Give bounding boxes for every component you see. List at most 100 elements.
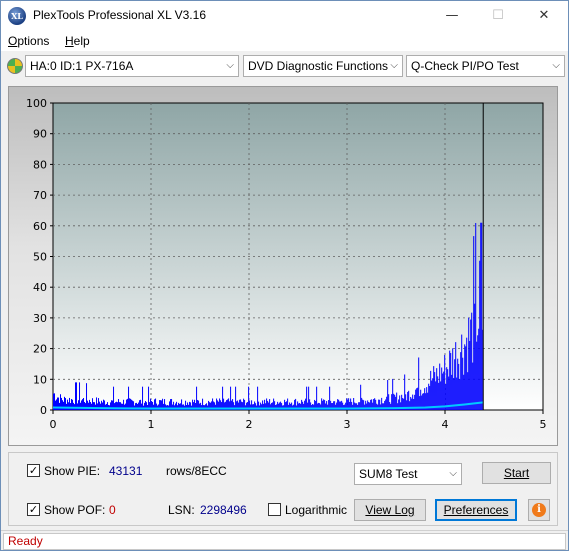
pie-bar [55, 400, 57, 410]
pie-bar [473, 236, 475, 410]
function-select[interactable]: DVD Diagnostic Functions ⌵ [243, 55, 403, 77]
pie-bar [455, 342, 457, 410]
maximize-button[interactable]: ☐ [475, 1, 521, 31]
show-pie-label: Show PIE: [44, 464, 101, 478]
pie-bar [196, 386, 198, 410]
pie-bar [471, 312, 473, 410]
pie-bar [68, 402, 70, 410]
menu-bar: Options Help [1, 31, 568, 51]
pie-bar [481, 222, 483, 410]
pie-bar [465, 346, 467, 410]
minimize-button[interactable]: — [429, 1, 475, 31]
y-tick-label: 60 [33, 220, 47, 233]
x-tick-label: 5 [540, 418, 547, 431]
y-tick-label: 50 [33, 251, 47, 264]
pie-bar [430, 370, 432, 410]
y-tick-label: 80 [33, 158, 47, 171]
title-bar[interactable]: XL PlexTools Professional XL V3.16 — ☐ ✕ [1, 1, 568, 31]
pie-bar [432, 378, 434, 410]
pie-bar [77, 403, 79, 410]
close-button[interactable]: ✕ [521, 1, 567, 31]
sum8-test-select[interactable]: SUM8 Test ⌵ [354, 463, 462, 485]
status-text: Ready [3, 533, 566, 550]
pie-bar [230, 386, 232, 410]
pie-bar [461, 334, 463, 410]
pie-bar [91, 403, 93, 410]
info-button[interactable]: i [528, 499, 550, 521]
chevron-down-icon: ⌵ [449, 468, 457, 479]
pie-bar [79, 382, 81, 410]
controls-panel: ✓ Show PIE: 43131 rows/8ECC SUM8 Test ⌵ … [8, 452, 558, 526]
view-log-button[interactable]: View Log [354, 499, 426, 521]
pie-bar [360, 384, 362, 410]
chevron-down-icon: ⌵ [552, 60, 560, 71]
pie-value: 43131 [109, 464, 143, 478]
info-icon: i [532, 503, 546, 517]
pie-bar [417, 387, 419, 410]
y-tick-label: 90 [33, 128, 47, 141]
pie-bar [306, 386, 308, 410]
pie-bar [437, 376, 439, 410]
window-title: PlexTools Professional XL V3.16 [33, 8, 206, 22]
pie-bar [86, 383, 88, 410]
pie-bar [454, 359, 456, 410]
pie-bar [329, 386, 331, 410]
pie-bar [466, 337, 468, 410]
menu-options[interactable]: Options [8, 34, 49, 48]
chevron-down-icon: ⌵ [390, 60, 398, 71]
pie-bar [469, 340, 471, 410]
toolbar: HA:0 ID:1 PX-716A ⌵ DVD Diagnostic Funct… [1, 52, 568, 80]
show-pof-checkbox[interactable]: ✓ [27, 503, 40, 516]
y-tick-label: 100 [26, 97, 47, 110]
menu-help-label: elp [73, 34, 90, 48]
test-select-value: Q-Check PI/PO Test [411, 59, 519, 73]
pie-bar [113, 386, 115, 410]
pie-bar [460, 352, 462, 410]
pie-bar [142, 386, 144, 410]
pie-bar [404, 374, 406, 410]
pie-bar [441, 367, 443, 410]
status-bar: Ready [1, 530, 568, 550]
pie-bar [73, 402, 75, 410]
show-pof-label: Show POF: [44, 503, 106, 517]
x-tick-label: 3 [344, 418, 351, 431]
pie-bar [436, 368, 438, 410]
preferences-button-label: Preferences [443, 503, 509, 517]
pipo-chart: 0 10 20 30 40 50 60 70 80 90 100 0 1 2 3 4 5 [26, 97, 547, 431]
test-select[interactable]: Q-Check PI/PO Test ⌵ [406, 55, 565, 77]
menu-help-mnemonic: H [65, 34, 74, 48]
y-tick-label: 40 [33, 281, 47, 294]
view-log-button-label: View Log [365, 503, 415, 517]
logarithmic-checkbox[interactable] [268, 503, 281, 516]
menu-help[interactable]: Help [65, 34, 90, 48]
pie-bar [128, 386, 130, 410]
pof-value: 0 [109, 503, 116, 517]
y-tick-label: 10 [33, 373, 47, 386]
pie-bar [433, 366, 435, 410]
start-button[interactable]: Start [482, 462, 551, 484]
pie-bar [478, 328, 480, 410]
x-tick-label: 0 [50, 418, 57, 431]
pipo-chart-panel: 0 10 20 30 40 50 60 70 80 90 100 0 1 2 3 4 5 [8, 86, 558, 446]
pie-bar [392, 378, 394, 410]
pie-bar [75, 382, 77, 410]
preferences-button[interactable]: Preferences [435, 499, 517, 521]
pie-bar [257, 386, 259, 410]
drive-select[interactable]: HA:0 ID:1 PX-716A ⌵ [25, 55, 239, 77]
pie-bar [475, 222, 477, 410]
pie-bar [479, 260, 481, 410]
chevron-down-icon: ⌵ [226, 60, 234, 71]
show-pie-checkbox[interactable]: ✓ [27, 464, 40, 477]
start-button-label: Start [503, 466, 530, 480]
lsn-label: LSN: [168, 503, 195, 517]
pie-bar [435, 381, 437, 410]
pie-bar [450, 353, 452, 410]
pie-bar [447, 369, 449, 410]
pie-bar [446, 367, 448, 410]
pie-bar [431, 380, 433, 410]
pie-bar [80, 402, 82, 410]
pie-bar [418, 357, 420, 410]
pie-bar [148, 386, 150, 410]
x-tick-label: 1 [148, 418, 155, 431]
pie-bar [468, 317, 470, 410]
